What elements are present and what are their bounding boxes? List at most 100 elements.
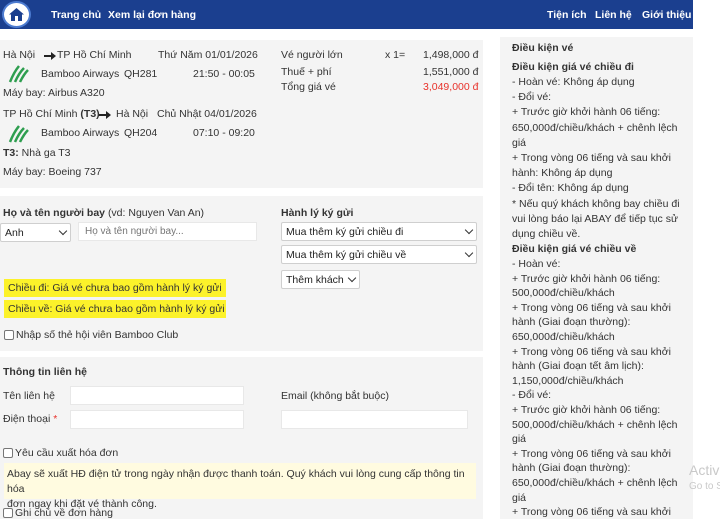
invoice-label: Yêu cầu xuất hóa đơn xyxy=(15,447,119,459)
condition-line: * Nếu quý khách không bay chiều đi xyxy=(512,197,680,210)
outbound-airline: Bamboo Airways xyxy=(41,68,120,80)
arrow-right-icon xyxy=(99,111,111,119)
return-flight-number: QH204 xyxy=(124,127,158,139)
add-passenger-select[interactable]: Thêm khách xyxy=(281,270,360,289)
return-time: 07:10 - 09:20 xyxy=(193,127,255,139)
passenger-name-hint: (vd: Nguyen Van An) xyxy=(107,207,205,219)
passenger-panel xyxy=(0,196,483,351)
baggage-note-outbound: Chiều đi: Giá vé chưa bao gồm hành lý ký… xyxy=(4,279,226,297)
condition-line: - Đổi tên: Không áp dụng xyxy=(512,182,629,195)
condition-line: vui lòng báo lại ABAY để tiếp tục sử xyxy=(512,212,678,225)
condition-line: 500,000đ/chiều/khách xyxy=(512,287,615,300)
condition-line: giá xyxy=(512,136,527,149)
condition-line: + Trong vòng 06 tiếng và sau khởi xyxy=(512,345,671,358)
return-to: Hà Nội xyxy=(116,108,149,120)
return-from-city: TP Hồ Chí Minh xyxy=(3,108,78,120)
order-note-label: Ghi chú về đơn hàng xyxy=(15,507,113,519)
condition-line: hành (Giai đoạn thường): xyxy=(512,316,631,329)
condition-line: giá xyxy=(512,491,527,504)
add-passenger-value: Thêm khách xyxy=(286,274,344,286)
return-terminal-name: Nhà ga T3 xyxy=(21,147,71,159)
total-fare-label: Tổng giá vé xyxy=(281,81,336,93)
page-scroll-area xyxy=(693,0,720,519)
return-aircraft: Máy bay: Boeing 737 xyxy=(3,166,102,178)
outbound-time: 21:50 - 00:05 xyxy=(193,68,255,80)
baggage-note-return: Chiều về: Giá vé chưa bao gồm hành lý ký… xyxy=(4,300,226,318)
condition-line: + Trước giờ khởi hành 06 tiếng: xyxy=(512,272,661,285)
adult-fare-price: 1,498,000 đ xyxy=(423,49,479,61)
passenger-name-label: Họ và tên người bay xyxy=(3,207,106,219)
total-fare-price: 3,049,000 đ xyxy=(423,81,479,93)
passenger-name-input[interactable] xyxy=(78,222,257,241)
contact-section-title: Thông tin liên hệ xyxy=(3,366,87,378)
outbound-flight-number: QH281 xyxy=(124,68,158,80)
condition-line: 500,000đ/chiều/khách + chênh lệch xyxy=(512,418,678,431)
nav-about-link[interactable]: Giới thiệu xyxy=(642,9,691,21)
condition-line: + Trong vòng 06 tiếng và sau khởi xyxy=(512,301,671,314)
baggage-heading: Hành lý ký gửi xyxy=(281,207,354,219)
bamboo-club-checkbox[interactable] xyxy=(4,330,14,340)
chevron-down-icon xyxy=(464,225,474,235)
return-from-terminal: (T3) xyxy=(80,108,100,120)
contact-name-label: Tên liên hệ xyxy=(3,390,55,402)
condition-line: dụng chiều về. xyxy=(512,228,581,240)
invoice-note-line-1: Abay sẽ xuất HĐ điện tử trong ngày nhận … xyxy=(7,468,465,495)
condition-line: + Trong vòng 06 tiếng và sau khởi xyxy=(512,506,671,519)
bamboo-airways-logo-icon xyxy=(8,125,29,143)
condition-line: - Hoàn vé: xyxy=(512,258,561,270)
tax-fee-label: Thuế + phí xyxy=(281,66,332,78)
invoice-checkbox[interactable] xyxy=(3,448,13,458)
return-airline: Bamboo Airways xyxy=(41,127,120,139)
nav-home-link[interactable]: Trang chủ xyxy=(51,9,101,21)
home-logo-icon[interactable] xyxy=(2,1,31,28)
contact-phone-label: Điện thoại * xyxy=(3,413,57,425)
condition-line: 650,000đ/chiều/khách + chênh lệch xyxy=(512,477,678,489)
outbound-from: Hà Nội xyxy=(3,49,36,61)
condition-line: + Trong vòng 06 tiếng và sau khởi xyxy=(512,152,671,164)
conditions-title: Điều kiện vé xyxy=(512,42,574,54)
return-terminal: T3: Nhà ga T3 xyxy=(3,147,71,159)
return-terminal-code: T3: xyxy=(3,147,19,159)
arrow-right-icon xyxy=(44,52,56,60)
chevron-down-icon xyxy=(58,226,68,236)
adult-fare-quantity: x 1= xyxy=(385,49,406,61)
baggage-outbound-select[interactable]: Mua thêm ký gửi chiều đi xyxy=(281,222,477,241)
condition-line: hành: Không áp dụng xyxy=(512,167,613,180)
invoice-note: Abay sẽ xuất HĐ điện tử trong ngày nhận … xyxy=(4,463,476,510)
condition-line: + Trước giờ khởi hành 06 tiếng: xyxy=(512,404,661,416)
passenger-title-select[interactable]: Anh xyxy=(0,223,71,242)
contact-phone-text: Điện thoại xyxy=(3,413,51,425)
contact-phone-input[interactable] xyxy=(70,410,244,429)
nav-contact-link[interactable]: Liên hệ xyxy=(595,9,632,21)
condition-line: hành (Giai đoạn tết âm lịch): xyxy=(512,360,644,373)
baggage-return-select[interactable]: Mua thêm ký gửi chiều về xyxy=(281,245,477,264)
contact-email-input[interactable] xyxy=(281,410,468,429)
nav-utilities-link[interactable]: Tiện ích xyxy=(547,9,586,21)
condition-line: - Đổi vé: xyxy=(512,91,552,104)
condition-line: + Trước giờ khởi hành 06 tiếng: xyxy=(512,106,661,119)
bamboo-club-label: Nhập số thẻ hội viên Bamboo Club xyxy=(16,329,179,341)
passenger-title-value: Anh xyxy=(5,227,24,239)
contact-name-input[interactable] xyxy=(70,386,244,405)
chevron-down-icon xyxy=(347,273,357,283)
baggage-outbound-value: Mua thêm ký gửi chiều đi xyxy=(286,226,404,238)
baggage-return-value: Mua thêm ký gửi chiều về xyxy=(286,249,407,261)
condition-line: 650,000đ/chiều/khách xyxy=(512,331,615,343)
contact-email-label: Email (không bắt buộc) xyxy=(281,390,389,402)
top-navigation: Trang chủ Xem lại đơn hàng Tiện ích Liên… xyxy=(0,0,693,29)
order-note-checkbox[interactable] xyxy=(3,508,13,518)
adult-fare-label: Vé người lớn xyxy=(281,49,343,61)
conditions-outbound-title: Điều kiện giá vé chiều đi xyxy=(512,61,634,73)
condition-line: - Hoàn vé: Không áp dụng xyxy=(512,76,635,88)
condition-line: hành (Giai đoạn thường): xyxy=(512,462,631,475)
conditions-return-title: Điều kiện giá vé chiều về xyxy=(512,243,637,255)
required-mark: * xyxy=(53,413,58,425)
outbound-date: Thứ Năm 01/01/2026 xyxy=(158,49,258,61)
condition-line: - Đổi vé: xyxy=(512,389,552,402)
outbound-aircraft: Máy bay: Airbus A320 xyxy=(3,87,105,99)
chevron-down-icon xyxy=(464,248,474,258)
passenger-name-heading: Họ và tên người bay (vd: Nguyen Van An) xyxy=(3,207,204,219)
return-from: TP Hồ Chí Minh (T3) xyxy=(3,108,100,120)
return-date: Chủ Nhật 04/01/2026 xyxy=(157,108,257,120)
nav-review-order-link[interactable]: Xem lại đơn hàng xyxy=(108,9,196,21)
